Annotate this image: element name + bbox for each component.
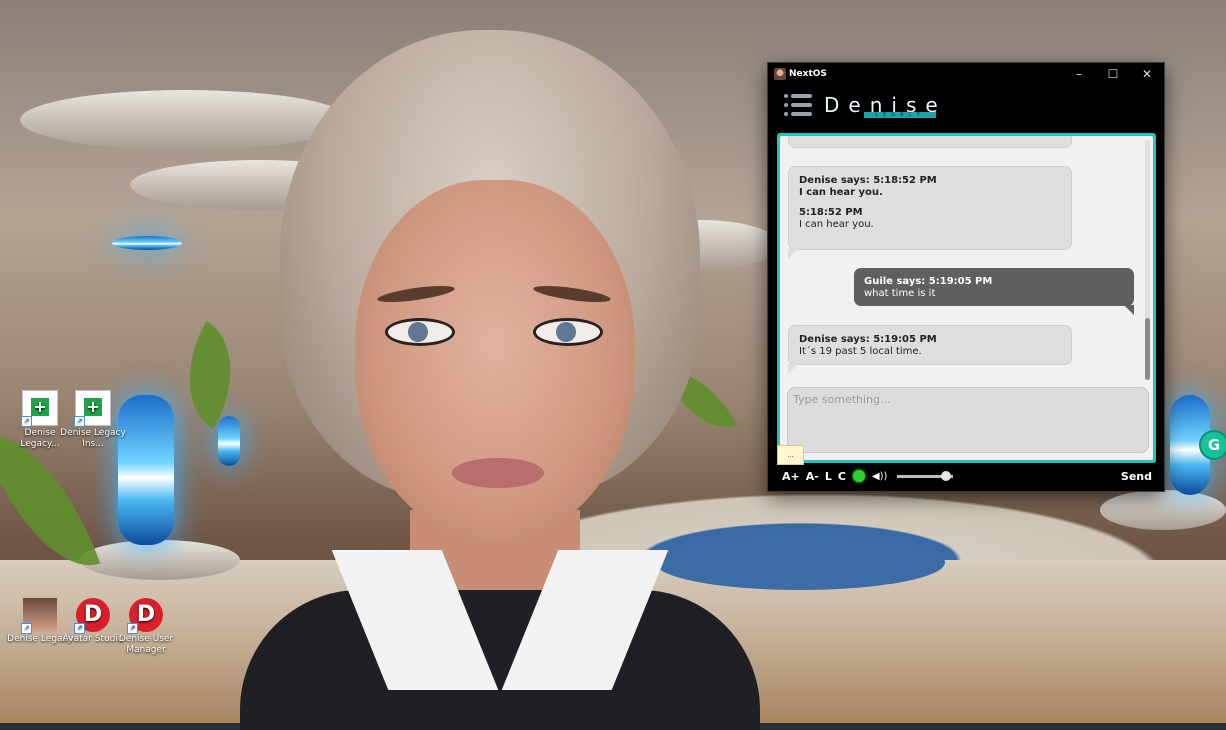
setup-file-icon: ↗: [21, 390, 58, 427]
close-button[interactable]: ✕: [1130, 63, 1164, 85]
avatar-portrait-icon: ↗: [21, 598, 57, 634]
volume-slider-knob[interactable]: [941, 470, 952, 481]
bubble-tail: [788, 364, 798, 374]
language-flag-button[interactable]: ...: [777, 445, 804, 465]
message-bubble-denise: Denise says: 5:19:05 PM It´s 19 past 5 l…: [788, 325, 1072, 365]
desktop-icon-label: Denise Legacy Ins...: [60, 428, 126, 449]
avatar-face: [355, 180, 635, 540]
avatar-left-brow: [376, 282, 456, 306]
l-button[interactable]: L: [825, 470, 832, 483]
chat-panel: Denise says: 5:18:52 PM I can hear you. …: [780, 136, 1153, 460]
message-text: what time is it: [864, 288, 936, 299]
grammarly-icon[interactable]: G: [1199, 430, 1226, 460]
message-text: It´s 19 past 5 local time.: [799, 346, 922, 357]
speaker-icon[interactable]: ◀)): [872, 471, 888, 482]
hamburger-menu-icon[interactable]: [784, 94, 812, 116]
volume-slider[interactable]: [897, 470, 954, 481]
font-decrease-button[interactable]: A-: [806, 470, 819, 483]
window-title: NextOS: [789, 69, 827, 79]
avatar-left-eye: [385, 318, 455, 346]
avatar-right-brow: [532, 282, 612, 306]
wallpaper-pedestal: [1100, 490, 1226, 530]
chat-scrollbar[interactable]: [1145, 140, 1150, 380]
bubble-tail: [1124, 305, 1134, 315]
desktop-icon-denise-user-manager[interactable]: D ↗ Denise User Manager: [111, 598, 181, 656]
message-header: Denise says: 5:19:05 PM: [799, 334, 937, 345]
message-bubble-user: Guile says: 5:19:05 PM what time is it: [854, 268, 1134, 306]
message-text: I can hear you.: [799, 219, 874, 230]
desktop-icon-label: Denise User Manager: [118, 634, 174, 655]
desktop-icon-denise-legacy-installer-2[interactable]: ↗ Denise Legacy Ins...: [58, 390, 128, 450]
message-bubble-partial: [788, 136, 1072, 148]
message-bubble-denise: Denise says: 5:18:52 PM I can hear you. …: [788, 166, 1072, 250]
message-input[interactable]: Type something...: [787, 387, 1149, 453]
wallpaper-pedestal: [80, 540, 240, 580]
avatar-character: [240, 30, 760, 730]
nextos-window: NextOS – ☐ ✕ Denise LEGACY Denise says: …: [768, 63, 1164, 491]
red-d-logo-icon: D ↗: [74, 598, 110, 634]
c-button[interactable]: C: [838, 470, 846, 483]
logo-tag: LEGACY: [864, 112, 936, 118]
window-titlebar[interactable]: NextOS – ☐ ✕: [768, 63, 1164, 85]
avatar-lips: [452, 458, 544, 488]
wallpaper-ceiling-light: [112, 236, 182, 250]
bubble-tail: [788, 249, 798, 259]
font-increase-button[interactable]: A+: [782, 470, 800, 483]
send-button[interactable]: Send: [1121, 470, 1152, 483]
avatar-right-eye: [533, 318, 603, 346]
avatar-jacket: [240, 590, 760, 730]
message-time: 5:18:52 PM: [799, 207, 863, 218]
setup-file-icon: ↗: [74, 390, 111, 427]
chat-frame: Denise says: 5:18:52 PM I can hear you. …: [777, 133, 1156, 463]
message-header: Denise says: 5:18:52 PM: [799, 175, 937, 186]
denise-logo: Denise LEGACY: [824, 93, 947, 118]
chat-toolbar: A+ A- L C ◀)) Send: [768, 464, 1164, 488]
red-d-logo-icon: D ↗: [127, 598, 163, 634]
microphone-status-icon[interactable]: [852, 470, 865, 482]
minimize-button[interactable]: –: [1062, 63, 1096, 85]
maximize-button[interactable]: ☐: [1096, 63, 1130, 85]
wallpaper-lamp: [218, 416, 240, 466]
message-text: I can hear you.: [799, 187, 883, 198]
scrollbar-thumb[interactable]: [1145, 318, 1150, 380]
message-list: Denise says: 5:18:52 PM I can hear you. …: [780, 136, 1142, 384]
app-header: Denise LEGACY: [768, 85, 1164, 125]
message-header: Guile says: 5:19:05 PM: [864, 276, 993, 287]
app-icon: [774, 68, 786, 80]
